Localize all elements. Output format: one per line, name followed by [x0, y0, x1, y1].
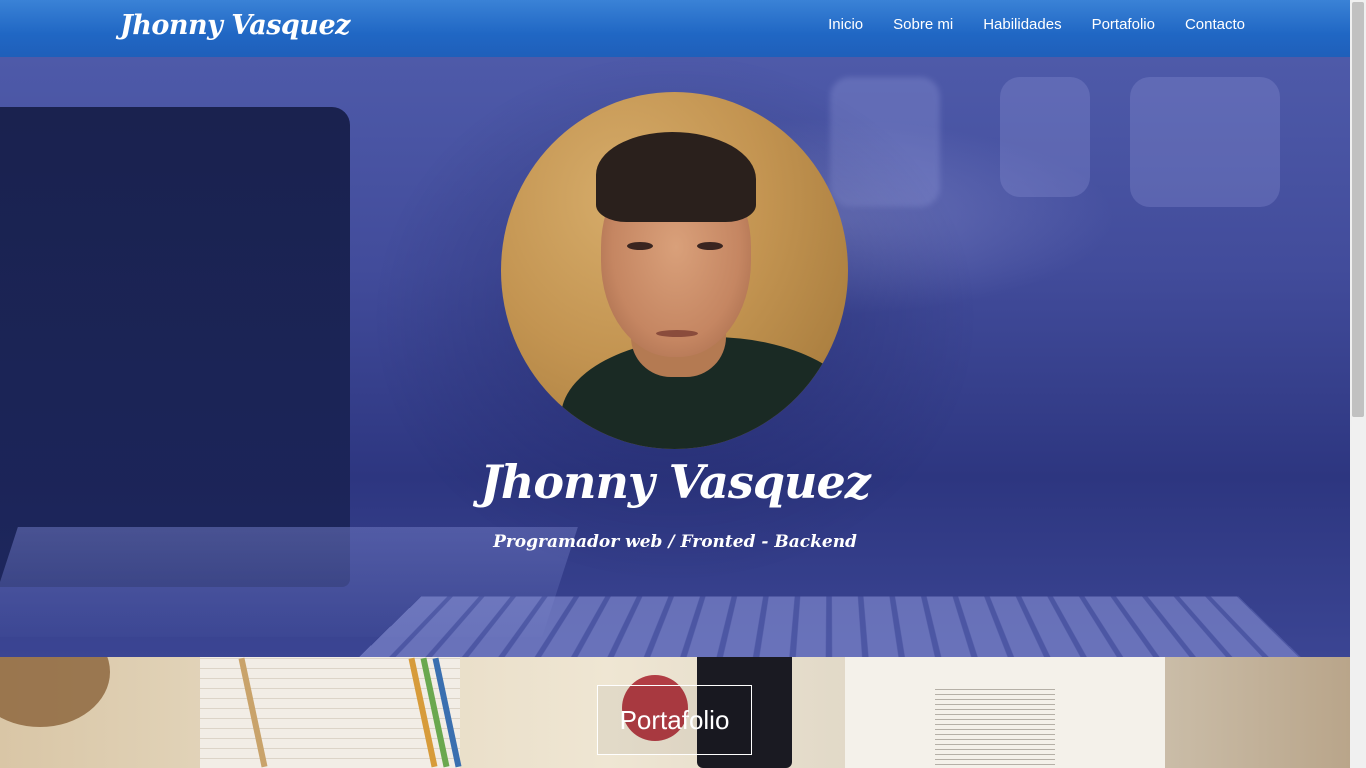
- profile-avatar: [501, 92, 848, 449]
- avatar-hair: [596, 132, 756, 222]
- avatar-eye: [697, 242, 723, 250]
- hero-subtitle: Programador web / Fronted - Backend: [493, 532, 857, 552]
- avatar-mouth: [656, 330, 698, 337]
- nav-item-inicio[interactable]: Inicio: [828, 16, 863, 33]
- avatar-eye: [627, 242, 653, 250]
- portfolio-button[interactable]: Portafolio: [597, 685, 752, 755]
- nav-item-sobre-mi[interactable]: Sobre mi: [893, 16, 953, 33]
- nav-item-portafolio[interactable]: Portafolio: [1092, 16, 1155, 33]
- main-nav: Inicio Sobre mi Habilidades Portafolio C…: [828, 16, 1245, 33]
- page-scrollbar[interactable]: [1350, 0, 1366, 768]
- brand-logo[interactable]: Jhonny Vasquez: [120, 10, 350, 41]
- portfolio-background-book-text: [935, 685, 1055, 765]
- navbar: Jhonny Vasquez Inicio Sobre mi Habilidad…: [0, 0, 1350, 57]
- hero-name: Jhonny Vasquez: [480, 455, 871, 509]
- portfolio-section: Portafolio: [0, 657, 1350, 768]
- hero-section: Jhonny Vasquez Programador web / Fronted…: [0, 57, 1350, 657]
- nav-item-habilidades[interactable]: Habilidades: [983, 16, 1061, 33]
- scrollbar-thumb[interactable]: [1352, 2, 1364, 417]
- nav-item-contacto[interactable]: Contacto: [1185, 16, 1245, 33]
- portfolio-background-coaster: [0, 657, 110, 727]
